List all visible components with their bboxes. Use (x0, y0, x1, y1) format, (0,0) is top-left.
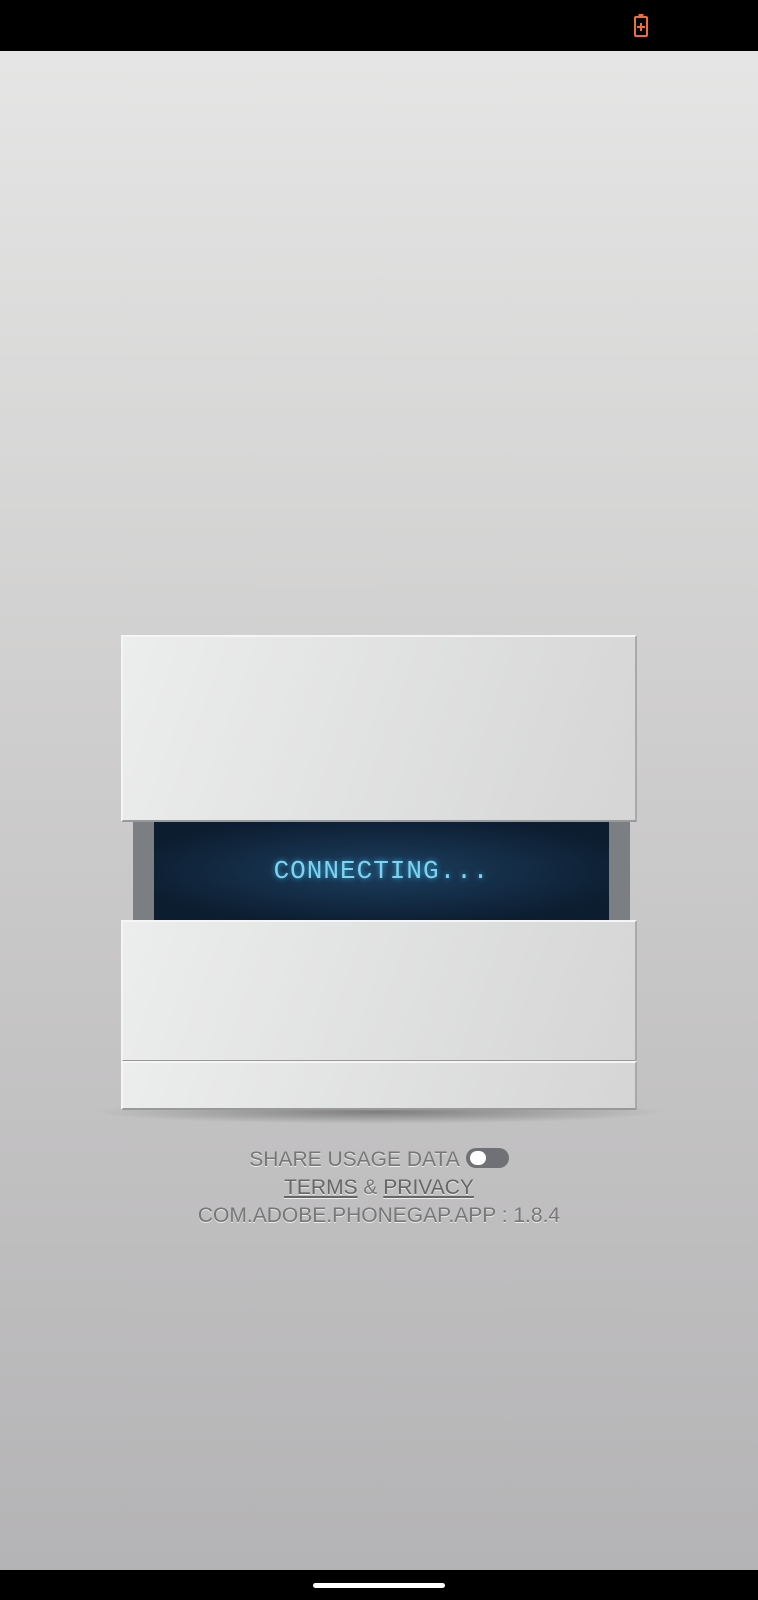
ampersand: & (363, 1176, 378, 1199)
connecting-status: CONNECTING... (273, 856, 490, 886)
device-bottom-panel (121, 920, 637, 1062)
share-usage-toggle[interactable] (465, 1148, 509, 1169)
privacy-link[interactable]: PRIVACY (383, 1176, 474, 1199)
device-top-panel (121, 635, 637, 822)
battery-charging-icon (634, 14, 648, 37)
app-version: COM.ADOBE.PHONEGAP.APP : 1.8.4 (197, 1204, 561, 1227)
device-side-right (609, 822, 630, 920)
share-usage-row: SHARE USAGE DATA (0, 1148, 758, 1172)
toggle-knob (469, 1151, 486, 1166)
home-indicator[interactable] (313, 1583, 445, 1588)
legal-links: TERMS & PRIVACY (0, 1176, 758, 1200)
device-side-left (133, 822, 154, 920)
status-bar (0, 0, 758, 51)
terms-link[interactable]: TERMS (284, 1176, 358, 1199)
connection-screen: CONNECTING... (154, 822, 609, 920)
navigation-bar (0, 1570, 758, 1600)
share-usage-label: SHARE USAGE DATA (249, 1148, 460, 1171)
device-base (121, 1061, 637, 1110)
